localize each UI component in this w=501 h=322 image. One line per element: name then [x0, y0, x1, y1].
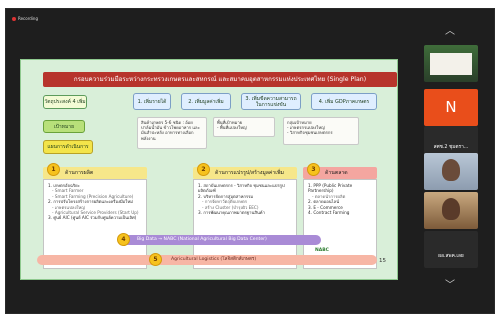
participant-panel: ︿ N สศช.2 ชุมตรา... ผอ.สพค.เลย ﹀ — [408, 9, 494, 313]
participant-video — [430, 53, 472, 75]
meeting-window: Recording กรอบความร่วมมือระหว่างกระทรวงเ… — [5, 8, 495, 314]
objective-2: 2. เพิ่มมูลค่าเพิ่ม — [181, 93, 231, 110]
step-number: 5 — [149, 253, 162, 266]
goal-label: เป้าหมาย — [43, 120, 85, 133]
participant-video — [442, 198, 460, 220]
logistics-bar: Agricultural Logistics (โลจิสติกส์เกษตร) — [37, 255, 377, 265]
participant-video — [442, 159, 460, 181]
participant-tile[interactable]: N — [424, 89, 478, 126]
list-item: 1. PPP (Public Private Partnership) — [308, 183, 353, 194]
recording-indicator: Recording — [12, 16, 38, 21]
shared-slide: กรอบความร่วมมือระหว่างกระทรวงเกษตรและสหก… — [20, 59, 398, 280]
scroll-down-chevron-icon[interactable]: ﹀ — [442, 281, 458, 291]
participant-tile[interactable] — [424, 192, 478, 229]
participant-tile[interactable] — [424, 153, 478, 190]
objective-3: 3. เพิ่มขีดความสามารถในการแข่งขัน — [241, 93, 301, 110]
list-item: 2. การปรับโครงสร้างการผลิตและเครื่องมือใ… — [48, 199, 133, 205]
objective-4: 4. เพิ่ม GDPภาคเกษตร — [311, 93, 377, 110]
participant-name: ผอ.สพค.เลย — [438, 254, 464, 259]
objective-label: วัตถุประสงค์ 4 เพิ่ม — [43, 95, 87, 109]
list-item: 3. ศูนย์ AIC (ศูนย์ AIC ร่วมกับศูนย์ความ… — [48, 215, 137, 221]
slide-title: กรอบความร่วมมือระหว่างกระทรวงเกษตรและสหก… — [43, 72, 397, 87]
step-number: 3 — [307, 163, 320, 176]
big-data-text: Big Data → NABC (National Agricultural B… — [137, 237, 267, 242]
plan-label: แผนการดำเนินการ — [43, 140, 93, 154]
slide-page-number: 15 — [379, 258, 386, 264]
list-item: 4. Contract Farming — [308, 210, 350, 216]
step-number: 2 — [197, 163, 210, 176]
participant-tile[interactable]: ผอ.สพค.เลย — [424, 231, 478, 268]
goal-group: กลุ่มเป้าหมาย - เกษตรกรแปลงใหญ่ - วิสาหก… — [283, 117, 359, 145]
participant-name: สศช.2 ชุมตรา... — [433, 145, 469, 150]
nabc-logo: NABC — [315, 248, 329, 253]
goal-area: พื้นที่เป้าหมาย - พื้นที่แปลงใหญ่ — [213, 117, 275, 137]
list-item: 3. การพัฒนาคุณภาพมาตรฐานสินค้า — [198, 210, 265, 216]
participant-tile[interactable] — [424, 45, 478, 82]
avatar: N — [445, 98, 457, 116]
list-item: 1. สถาบันเกษตรกร - วิสาหกิจ ชุมชนและแปรร… — [198, 183, 285, 194]
goal-products: สินค้าเกษตร 5-6 ชนิด : อ้อย ปาล์มน้ำมัน … — [137, 117, 207, 149]
big-data-bar: Big Data → NABC (National Agricultural B… — [121, 235, 321, 245]
step-number: 1 — [47, 163, 60, 176]
scroll-up-chevron-icon[interactable]: ︿ — [442, 27, 458, 37]
objective-1: 1. เพิ่มรายได้ — [133, 93, 171, 110]
record-dot-icon — [12, 16, 16, 21]
step-number: 4 — [117, 233, 130, 246]
recording-label: Recording — [18, 16, 39, 21]
